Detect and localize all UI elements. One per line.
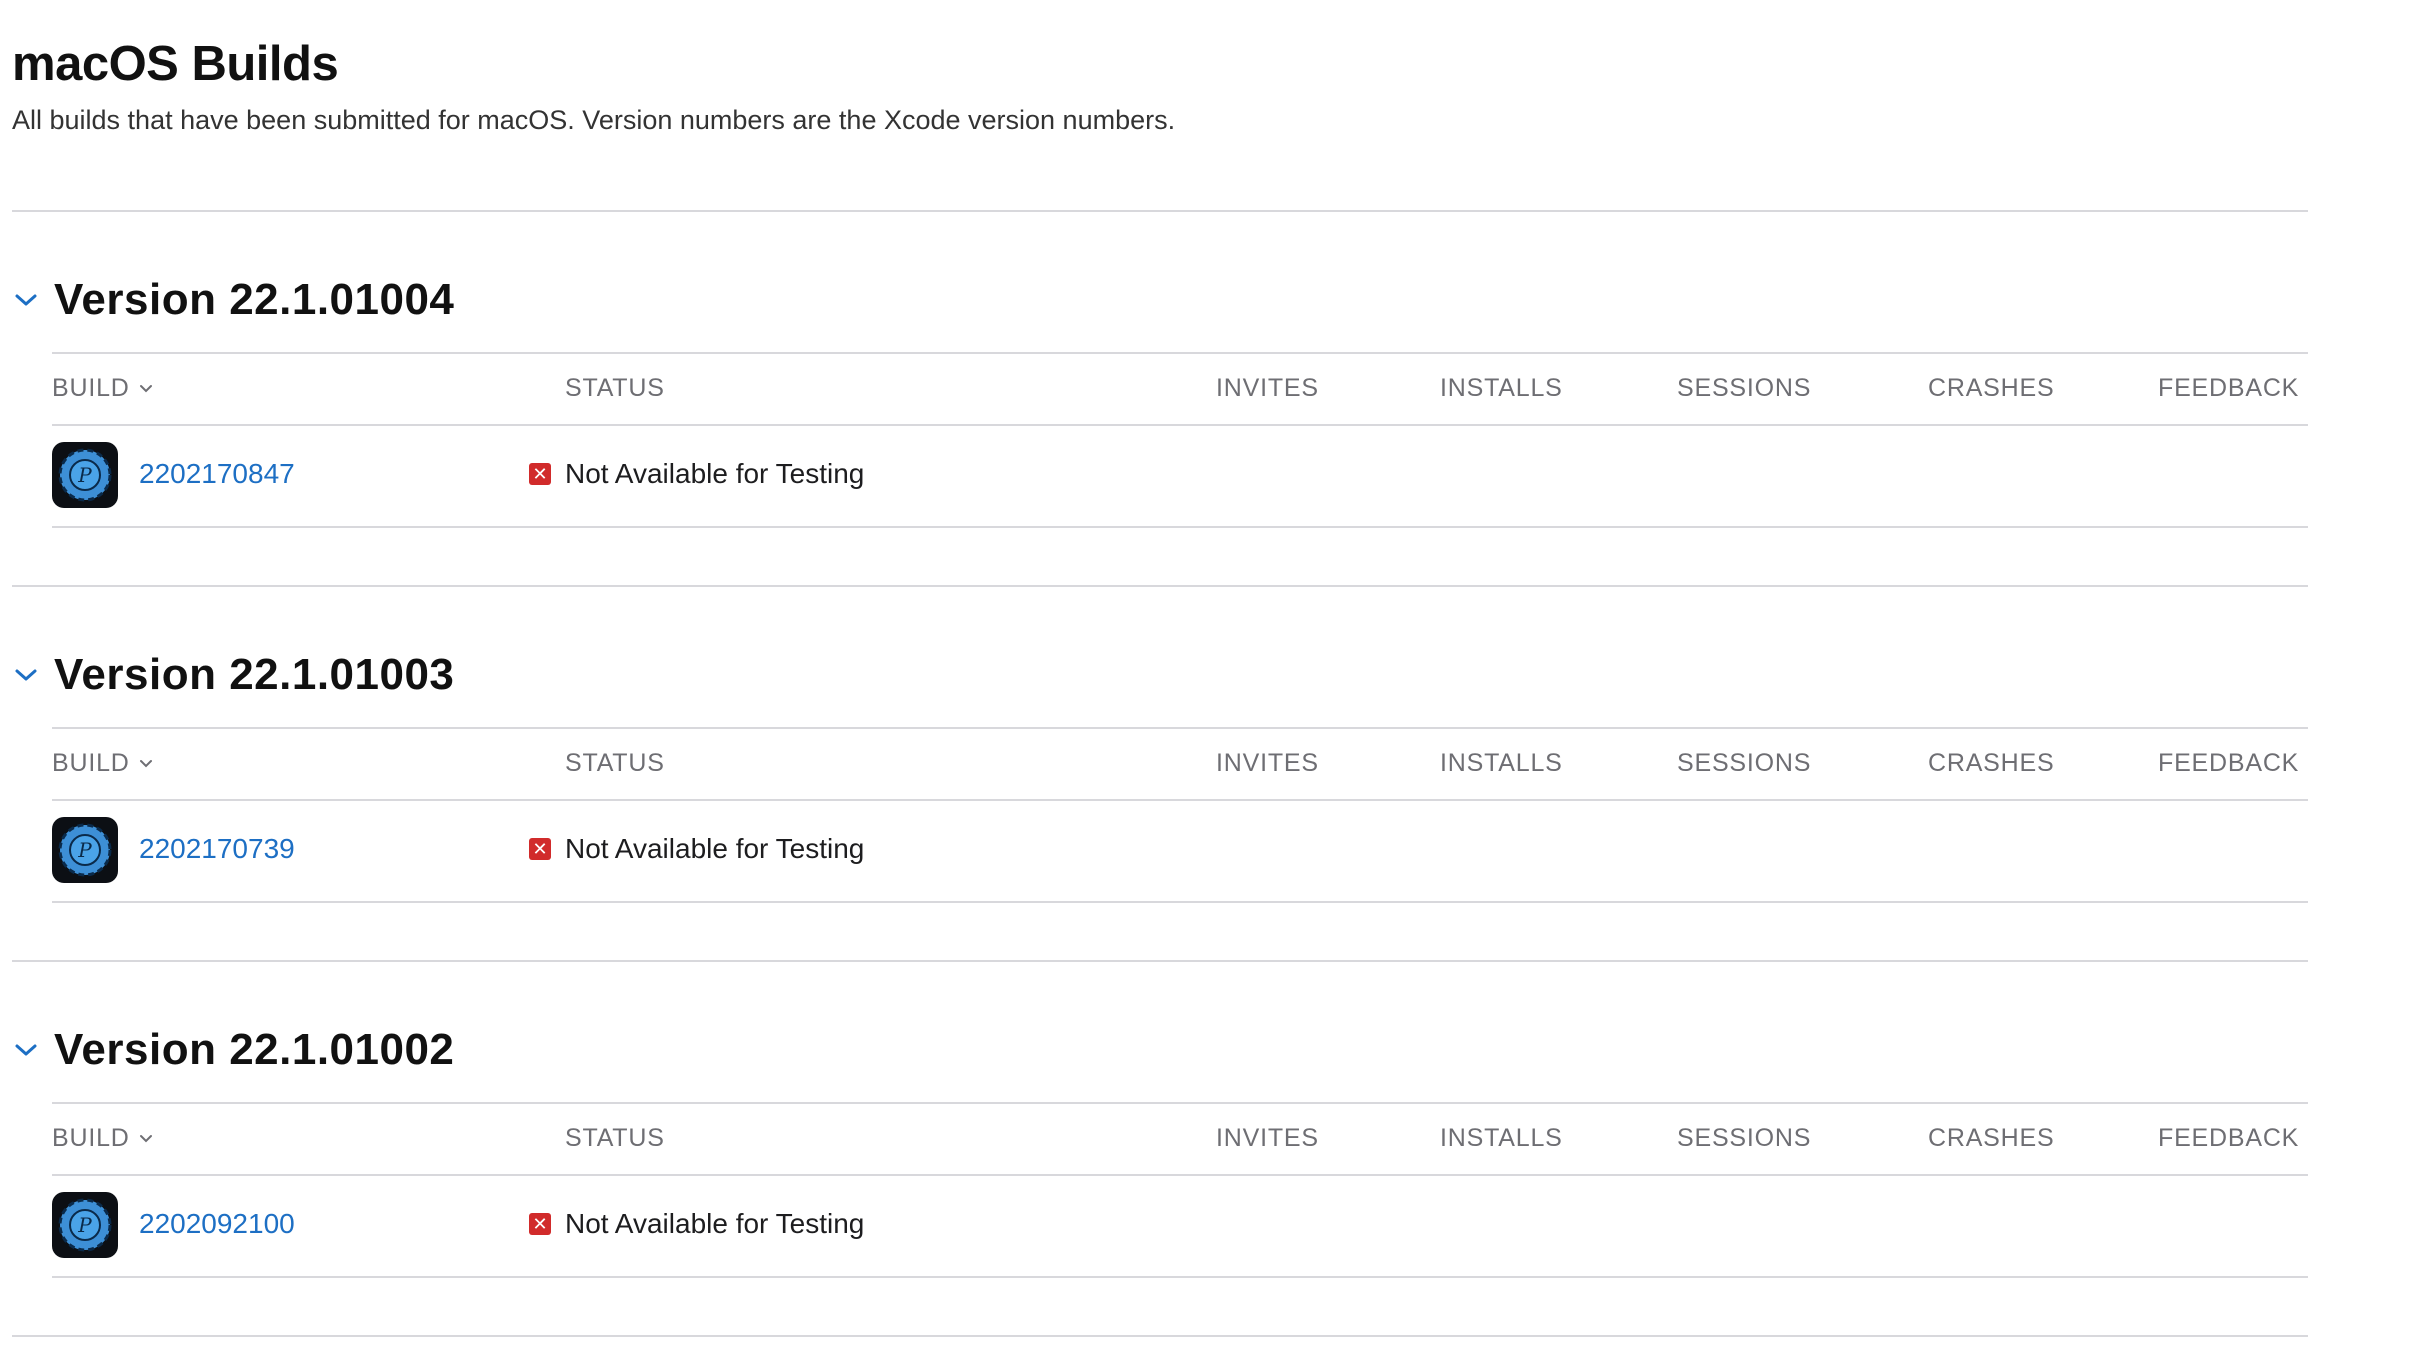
build-status: ✕ Not Available for Testing <box>529 833 864 865</box>
column-header-feedback: FEEDBACK <box>2158 374 2300 402</box>
column-header-sessions: SESSIONS <box>1677 374 1812 402</box>
version-header[interactable]: Version 22.1.01004 <box>12 264 454 336</box>
build-status: ✕ Not Available for Testing <box>529 1208 864 1240</box>
column-header-sessions: SESSIONS <box>1677 749 1812 777</box>
page-subtitle: All builds that have been submitted for … <box>12 105 1176 135</box>
chevron-down-icon[interactable] <box>12 1036 40 1064</box>
svg-text:P: P <box>77 838 92 862</box>
builds-page: macOS Builds All builds that have been s… <box>0 0 2308 135</box>
chevron-down-icon <box>139 759 152 767</box>
page-title: macOS Builds <box>12 37 339 91</box>
builds-table: BUILD STATUS INVITES INSTALLS SESSIONS C… <box>52 1102 2308 1278</box>
column-header-build[interactable]: BUILD <box>52 749 154 778</box>
column-header-crashes: CRASHES <box>1928 749 2055 777</box>
version-header[interactable]: Version 22.1.01003 <box>12 639 454 711</box>
column-header-sessions: SESSIONS <box>1677 1124 1812 1152</box>
version-list: Version 22.1.01004 BUILD STATUS INVITES … <box>12 212 2308 1337</box>
column-header-crashes: CRASHES <box>1928 1124 2055 1152</box>
status-text: Not Available for Testing <box>565 458 865 489</box>
chevron-down-icon <box>139 1134 152 1142</box>
column-header-status: STATUS <box>565 1124 665 1152</box>
version-title: Version 22.1.01004 <box>54 275 455 324</box>
column-header-feedback: FEEDBACK <box>2158 749 2300 777</box>
column-header-status: STATUS <box>565 374 665 402</box>
section-divider <box>12 1335 2308 1337</box>
column-header-build-label: BUILD <box>52 749 130 777</box>
column-header-crashes: CRASHES <box>1928 374 2055 402</box>
x-mark-icon: ✕ <box>529 463 551 485</box>
status-text: Not Available for Testing <box>565 833 865 864</box>
build-number-link[interactable]: 2202170847 <box>139 458 295 490</box>
version-header[interactable]: Version 22.1.01002 <box>12 1014 454 1086</box>
table-header: BUILD STATUS INVITES INSTALLS SESSIONS C… <box>52 352 2308 426</box>
table-row: P 2202170739 ✕ Not Available for Testing <box>52 801 2308 903</box>
chevron-down-icon[interactable] <box>12 286 40 314</box>
column-header-build-label: BUILD <box>52 1124 130 1152</box>
column-header-invites: INVITES <box>1216 1124 1319 1152</box>
build-number-link[interactable]: 2202170739 <box>139 833 295 865</box>
app-icon: P <box>52 442 118 508</box>
version-section: Version 22.1.01002 BUILD STATUS INVITES … <box>12 962 2308 1337</box>
column-header-build[interactable]: BUILD <box>52 374 154 403</box>
table-header: BUILD STATUS INVITES INSTALLS SESSIONS C… <box>52 727 2308 801</box>
table-row: P 2202170847 ✕ Not Available for Testing <box>52 426 2308 528</box>
column-header-installs: INSTALLS <box>1440 374 1563 402</box>
builds-table: BUILD STATUS INVITES INSTALLS SESSIONS C… <box>52 727 2308 903</box>
status-text: Not Available for Testing <box>565 1208 865 1239</box>
version-section: Version 22.1.01003 BUILD STATUS INVITES … <box>12 587 2308 962</box>
column-header-status: STATUS <box>565 749 665 777</box>
version-section: Version 22.1.01004 BUILD STATUS INVITES … <box>12 212 2308 587</box>
column-header-invites: INVITES <box>1216 749 1319 777</box>
builds-table: BUILD STATUS INVITES INSTALLS SESSIONS C… <box>52 352 2308 528</box>
chevron-down-icon <box>139 384 152 392</box>
app-icon: P <box>52 817 118 883</box>
column-header-installs: INSTALLS <box>1440 1124 1563 1152</box>
column-header-feedback: FEEDBACK <box>2158 1124 2300 1152</box>
table-header: BUILD STATUS INVITES INSTALLS SESSIONS C… <box>52 1102 2308 1176</box>
version-title: Version 22.1.01002 <box>54 1025 455 1074</box>
chevron-down-icon[interactable] <box>12 661 40 689</box>
x-mark-icon: ✕ <box>529 838 551 860</box>
version-title: Version 22.1.01003 <box>54 650 455 699</box>
column-header-build-label: BUILD <box>52 374 130 402</box>
build-status: ✕ Not Available for Testing <box>529 458 864 490</box>
table-row: P 2202092100 ✕ Not Available for Testing <box>52 1176 2308 1278</box>
svg-text:P: P <box>77 1213 92 1237</box>
app-icon: P <box>52 1192 118 1258</box>
column-header-build[interactable]: BUILD <box>52 1124 154 1153</box>
column-header-invites: INVITES <box>1216 374 1319 402</box>
x-mark-icon: ✕ <box>529 1213 551 1235</box>
build-number-link[interactable]: 2202092100 <box>139 1208 295 1240</box>
svg-text:P: P <box>77 463 92 487</box>
column-header-installs: INSTALLS <box>1440 749 1563 777</box>
